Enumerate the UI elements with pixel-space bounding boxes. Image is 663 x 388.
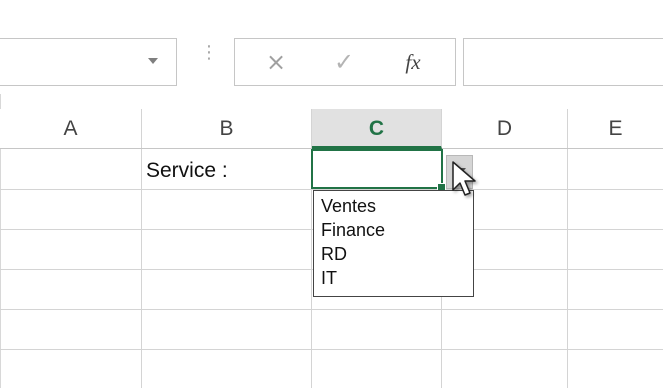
formula-bar-separator: ⋮ — [200, 42, 218, 63]
column-header-a[interactable]: A — [0, 109, 142, 148]
excel-window: ⋮ × ✓ fx A B C D E Service : Ventes Fina… — [0, 0, 663, 388]
column-header-d[interactable]: D — [442, 109, 568, 148]
name-box-dropdown-icon[interactable] — [148, 58, 158, 64]
insert-function-icon[interactable]: fx — [393, 45, 433, 79]
dropdown-option-it[interactable]: IT — [321, 266, 473, 290]
dropdown-option-rd[interactable]: RD — [321, 242, 473, 266]
enter-icon[interactable]: ✓ — [327, 45, 361, 79]
name-box[interactable] — [0, 38, 177, 86]
column-header-row: A B C D E — [0, 109, 663, 149]
column-header-e[interactable]: E — [568, 109, 663, 148]
column-gridline — [141, 149, 142, 388]
formula-input[interactable] — [463, 38, 663, 86]
column-header-b[interactable]: B — [142, 109, 312, 148]
formula-bar: ⋮ × ✓ fx — [0, 0, 663, 94]
column-gridline — [567, 149, 568, 388]
validation-dropdown-list[interactable]: Ventes Finance RD IT — [313, 190, 474, 297]
active-cell-c1[interactable] — [311, 149, 443, 189]
column-header-c[interactable]: C — [312, 109, 442, 149]
worksheet-grid[interactable]: Service : Ventes Finance RD IT — [0, 149, 663, 388]
dropdown-option-finance[interactable]: Finance — [321, 218, 473, 242]
mouse-pointer-icon — [452, 161, 476, 196]
row-gridline — [0, 349, 663, 350]
row-gridline — [0, 309, 663, 310]
cell-b1-service-label[interactable]: Service : — [146, 159, 228, 183]
formula-actions: × ✓ fx — [234, 38, 456, 86]
cancel-icon[interactable]: × — [259, 45, 293, 79]
